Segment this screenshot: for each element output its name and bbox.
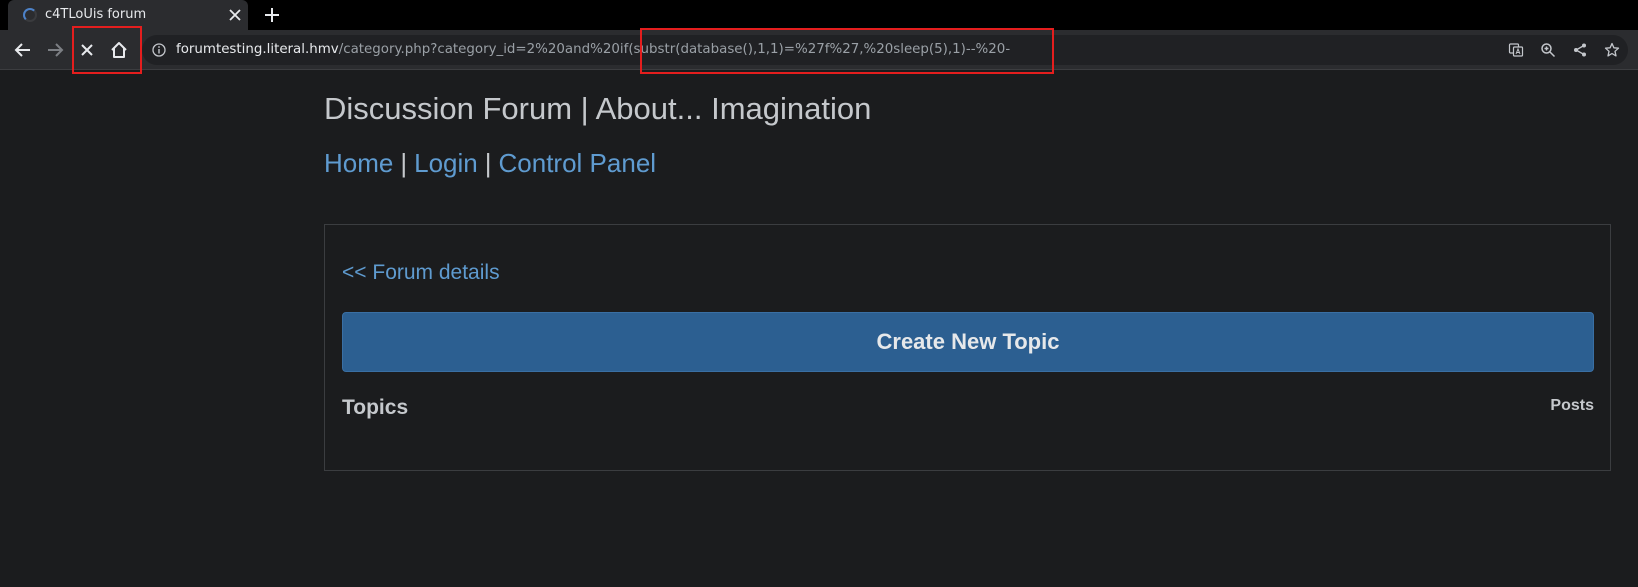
nav-login-link[interactable]: Login [414, 148, 478, 178]
site-title: Discussion Forum | About... Imagination [324, 91, 872, 126]
posts-column-header: Posts [1550, 397, 1594, 414]
star-icon[interactable] [1604, 42, 1620, 58]
home-icon[interactable] [109, 40, 129, 60]
nav-home-link[interactable]: Home [324, 148, 393, 178]
forum-details-link[interactable]: << Forum details [342, 261, 500, 285]
forward-arrow-icon[interactable] [45, 40, 65, 60]
nav-separator: | [484, 148, 492, 178]
nav-control-panel-link[interactable]: Control Panel [499, 148, 657, 178]
topics-column-header: Topics [342, 396, 409, 419]
tab-strip: c4TLoUis forum [0, 0, 1638, 30]
browser-toolbar: forumtesting.literal.hmv/category.php?ca… [0, 30, 1638, 70]
url-path: /category.php?category_id=2%20and%20if(s… [338, 42, 1011, 57]
back-arrow-icon[interactable] [13, 40, 33, 60]
main-nav: Home | Login | Control Panel [324, 148, 656, 179]
address-bar[interactable]: forumtesting.literal.hmv/category.php?ca… [142, 35, 1628, 65]
browser-tab[interactable]: c4TLoUis forum [8, 0, 248, 30]
stop-loading-icon[interactable] [77, 40, 97, 60]
share-icon[interactable] [1572, 42, 1588, 58]
url-host: forumtesting.literal.hmv [176, 42, 339, 57]
new-tab-icon[interactable] [262, 5, 282, 25]
close-tab-icon[interactable] [226, 6, 244, 24]
create-new-topic-button[interactable]: Create New Topic [342, 312, 1594, 372]
category-panel: << Forum details Create New Topic Topics… [324, 224, 1611, 471]
zoom-icon[interactable] [1540, 42, 1556, 58]
site-info-icon[interactable] [152, 43, 166, 57]
tab-title: c4TLoUis forum [45, 7, 147, 22]
loading-spinner-icon [23, 8, 37, 22]
nav-separator: | [400, 148, 408, 178]
translate-icon[interactable] [1508, 42, 1524, 58]
url-text[interactable]: forumtesting.literal.hmv/category.php?ca… [176, 42, 1010, 57]
